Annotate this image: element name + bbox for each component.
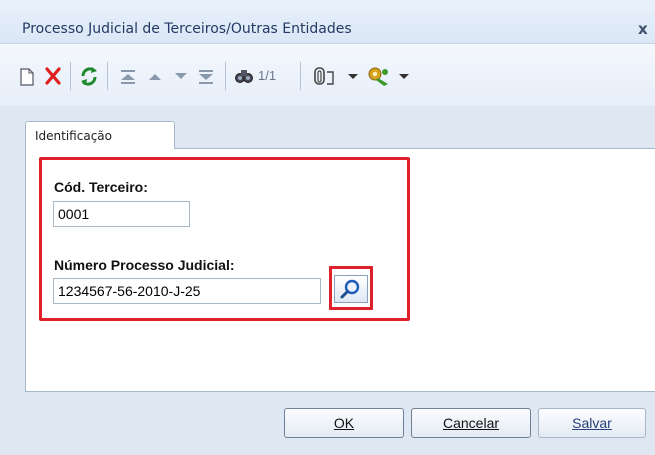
numero-processo-field[interactable]: 1234567-56-2010-J-25 [53, 278, 321, 304]
tab-identificacao[interactable]: Identificação [25, 121, 175, 149]
save-label: Salvar [572, 415, 612, 431]
refresh-icon [81, 67, 97, 86]
previous-record-icon [149, 74, 161, 80]
ok-button[interactable]: OK [284, 408, 404, 438]
toolbar-separator [107, 62, 108, 90]
chevron-down-icon [348, 74, 358, 79]
search-button[interactable] [232, 62, 256, 90]
tools-icon [368, 67, 388, 86]
close-button[interactable]: x [638, 20, 654, 38]
numero-processo-label: Número Processo Judicial: [54, 257, 235, 273]
toolbar-separator [225, 62, 226, 90]
attachment-dropdown[interactable] [345, 62, 361, 90]
title-bar: Processo Judicial de Terceiros/Outras En… [0, 0, 655, 44]
delete-icon [45, 67, 61, 85]
cod-terceiro-label: Cód. Terceiro: [54, 179, 148, 195]
previous-record-button[interactable] [144, 62, 166, 90]
magnifier-icon [340, 279, 360, 299]
last-record-icon [199, 70, 213, 84]
new-document-button[interactable] [16, 62, 38, 90]
last-record-button[interactable] [194, 62, 218, 90]
first-record-button[interactable] [116, 62, 140, 90]
cancel-button[interactable]: Cancelar [411, 408, 531, 438]
search-icon [235, 70, 253, 83]
cod-terceiro-field[interactable]: 0001 [53, 201, 190, 227]
toolbar: 1/1 [0, 44, 655, 106]
record-counter: 1/1 [258, 68, 277, 83]
lookup-button[interactable] [334, 275, 368, 303]
attachment-icon [314, 67, 334, 85]
chevron-down-icon [399, 74, 409, 79]
tools-dropdown[interactable] [396, 62, 412, 90]
next-record-icon [175, 73, 187, 79]
refresh-button[interactable] [77, 62, 101, 90]
ok-label: OK [333, 415, 355, 431]
cancel-label: Cancelar [442, 415, 500, 431]
tab-label: Identificação [35, 129, 112, 143]
next-record-button[interactable] [170, 62, 192, 90]
save-button[interactable]: Salvar [538, 408, 646, 438]
toolbar-separator [70, 62, 71, 90]
new-document-icon [20, 68, 34, 86]
first-record-icon [121, 70, 135, 84]
tools-button[interactable] [364, 62, 394, 90]
window-title: Processo Judicial de Terceiros/Outras En… [22, 21, 352, 37]
toolbar-separator [300, 62, 301, 90]
attachment-button[interactable] [310, 62, 340, 90]
delete-button[interactable] [40, 62, 66, 90]
